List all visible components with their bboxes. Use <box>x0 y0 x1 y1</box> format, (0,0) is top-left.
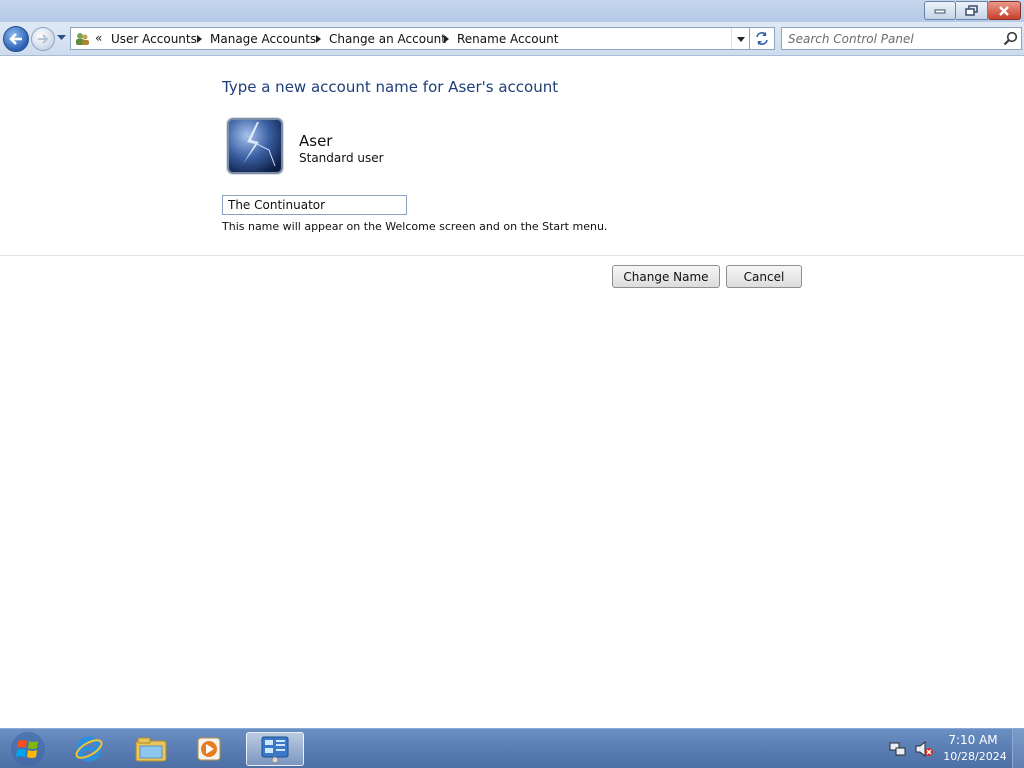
taskbar-media-player[interactable] <box>186 732 232 766</box>
divider <box>0 255 1024 256</box>
restore-icon <box>964 4 978 16</box>
user-accounts-icon <box>76 33 89 45</box>
windows-logo-icon <box>11 732 45 766</box>
breadcrumb-separator[interactable] <box>316 35 321 43</box>
clock-date[interactable]: 10/28/2024 <box>942 750 1008 763</box>
lightning-picture-icon <box>243 122 276 167</box>
taskbar: 7:10 AM 10/28/2024 <box>0 728 1024 768</box>
volume-muted-icon[interactable] <box>914 740 934 768</box>
windows-explorer-icon <box>135 737 167 762</box>
breadcrumb-separator[interactable] <box>444 35 449 43</box>
forward-button[interactable] <box>31 27 55 51</box>
cancel-button[interactable]: Cancel <box>726 265 802 288</box>
minimize-icon <box>934 9 946 13</box>
breadcrumb-rename-account[interactable]: Rename Account <box>457 32 558 46</box>
change-name-button[interactable]: Change Name <box>612 265 720 288</box>
back-button[interactable] <box>3 26 29 52</box>
navigation-bar: « User Accounts Manage Accounts Change a… <box>0 22 1024 56</box>
start-button[interactable] <box>6 731 50 767</box>
search-input[interactable] <box>788 31 993 46</box>
close-icon <box>999 5 1009 16</box>
account-name: Aser <box>299 132 333 150</box>
arrow-left-icon <box>9 33 22 45</box>
clock-time[interactable]: 7:10 AM <box>948 733 998 747</box>
refresh-icon <box>756 32 768 45</box>
address-history-dropdown[interactable] <box>731 28 749 49</box>
breadcrumb-overflow[interactable]: « <box>95 31 102 45</box>
recent-pages-dropdown[interactable] <box>57 35 66 41</box>
breadcrumb-manage-accounts[interactable]: Manage Accounts <box>210 32 316 46</box>
restore-button[interactable] <box>956 1 988 20</box>
breadcrumb-separator[interactable] <box>197 35 202 43</box>
network-icon[interactable] <box>889 740 907 768</box>
address-bar[interactable]: « User Accounts Manage Accounts Change a… <box>70 27 750 50</box>
taskbar-control-panel[interactable] <box>246 732 304 766</box>
refresh-button[interactable] <box>750 27 775 50</box>
name-input-hint: This name will appear on the Welcome scr… <box>222 220 608 233</box>
search-box[interactable] <box>781 27 1022 50</box>
account-picture <box>227 118 283 174</box>
control-panel-icon <box>261 736 289 764</box>
title-bar <box>0 0 1024 22</box>
minimize-button[interactable] <box>924 1 956 20</box>
search-icon[interactable] <box>1003 31 1018 46</box>
breadcrumb-user-accounts[interactable]: User Accounts <box>111 32 197 46</box>
taskbar-windows-explorer[interactable] <box>128 732 174 766</box>
internet-explorer-icon <box>75 736 103 762</box>
arrow-right-icon <box>38 34 49 44</box>
show-desktop-button[interactable] <box>1012 729 1024 768</box>
account-type: Standard user <box>299 151 384 165</box>
media-player-icon <box>197 737 221 761</box>
main-content: Type a new account name for Aser's accou… <box>0 57 1024 728</box>
breadcrumb-change-an-account[interactable]: Change an Account <box>329 32 446 46</box>
close-button[interactable] <box>988 1 1021 20</box>
taskbar-internet-explorer[interactable] <box>66 732 112 766</box>
new-account-name-input[interactable] <box>222 195 407 215</box>
page-title: Type a new account name for Aser's accou… <box>222 78 559 96</box>
